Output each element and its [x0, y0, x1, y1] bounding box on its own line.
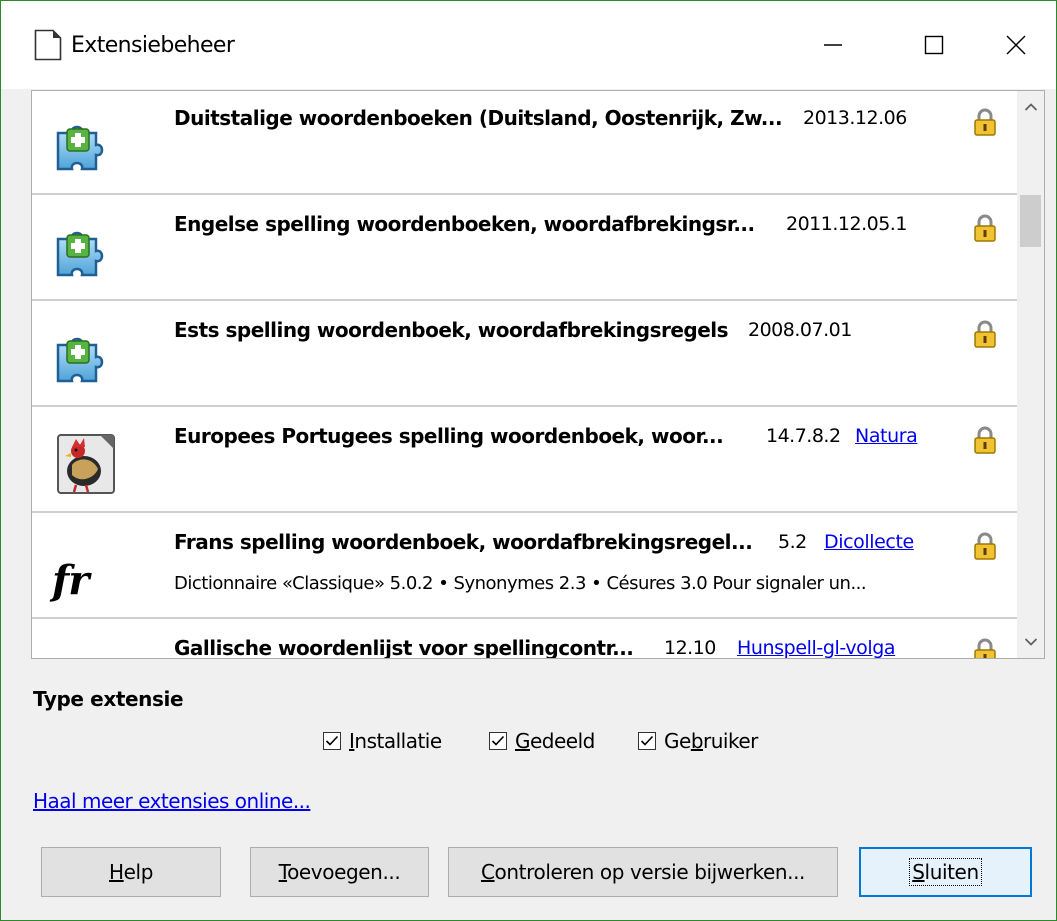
- scroll-down-button[interactable]: [1017, 626, 1044, 658]
- checkbox-box[interactable]: [323, 732, 341, 750]
- user-checkbox[interactable]: Gebruiker: [638, 729, 758, 753]
- padlock-icon: [974, 320, 996, 348]
- chevron-up-icon: [1024, 103, 1037, 111]
- maximize-button[interactable]: [904, 19, 964, 71]
- padlock-icon: [974, 426, 996, 454]
- installation-checkbox[interactable]: Installatie: [323, 729, 442, 753]
- close-icon: [1006, 35, 1026, 55]
- document-icon: [34, 29, 62, 61]
- publisher-link[interactable]: Dicollecte: [824, 531, 914, 553]
- extension-row[interactable]: Duitstalige woordenboeken (Duitsland, Oo…: [32, 91, 1017, 195]
- button-label: Help: [109, 860, 153, 884]
- shared-checkbox[interactable]: Gedeeld: [489, 729, 595, 753]
- checkbox-box[interactable]: [489, 732, 507, 750]
- add-button[interactable]: Toevoegen...: [250, 847, 429, 897]
- rooster-icon: [57, 434, 115, 494]
- puzzle-piece-icon: [56, 337, 104, 383]
- extension-list[interactable]: Duitstalige woordenboeken (Duitsland, Oo…: [31, 90, 1045, 659]
- extension-version: 14.7.8.2: [766, 425, 841, 447]
- minimize-icon: [824, 44, 842, 46]
- scrollbar-thumb[interactable]: [1020, 195, 1041, 247]
- checkmark-icon: [491, 735, 505, 746]
- checkmark-icon: [640, 735, 654, 746]
- extension-description: Dictionnaire «Classique» 5.0.2 • Synonym…: [174, 573, 867, 594]
- publisher-link[interactable]: Hunspell-gl-volga: [737, 637, 896, 658]
- checkbox-label: Gedeeld: [515, 729, 595, 753]
- checkbox-label: Installatie: [349, 729, 442, 753]
- extension-version: 2011.12.05.1: [786, 213, 907, 235]
- checkbox-label: Gebruiker: [664, 729, 758, 753]
- extension-version: 5.2: [778, 531, 807, 553]
- extension-manager-window: Extensiebeheer Duitstalige woordenboeken…: [0, 0, 1057, 921]
- window-title: Extensiebeheer: [71, 33, 235, 58]
- extension-row[interactable]: fr Frans spelling woordenboek, woordafbr…: [32, 515, 1017, 619]
- minimize-button[interactable]: [803, 19, 863, 71]
- fr-text-icon: fr: [52, 557, 89, 604]
- padlock-icon: [974, 214, 996, 242]
- button-label: Toevoegen...: [278, 860, 401, 884]
- scroll-up-button[interactable]: [1017, 91, 1044, 123]
- extension-version: 2008.07.01: [748, 319, 852, 341]
- button-label: Sluiten: [909, 858, 982, 886]
- padlock-icon: [974, 532, 996, 560]
- close-window-button[interactable]: [986, 19, 1046, 71]
- puzzle-piece-icon: [56, 125, 104, 171]
- extension-name: Ests spelling woordenboek, woordafbrekin…: [174, 318, 729, 342]
- extension-name: Duitstalige woordenboeken (Duitsland, Oo…: [174, 106, 783, 130]
- extension-name: Europees Portugees spelling woordenboek,…: [174, 424, 724, 448]
- get-more-extensions-link[interactable]: Haal meer extensies online...: [33, 789, 311, 813]
- close-button[interactable]: Sluiten: [859, 847, 1032, 897]
- checkmark-icon: [325, 735, 339, 746]
- extension-row[interactable]: Europees Portugees spelling woordenboek,…: [32, 409, 1017, 513]
- extension-version: 2013.12.06: [803, 107, 907, 129]
- extension-row[interactable]: Engelse spelling woordenboeken, woordafb…: [32, 197, 1017, 301]
- extension-version: 12.10: [664, 637, 716, 659]
- help-button[interactable]: Help: [41, 847, 221, 897]
- extension-name: Gallische woordenlijst voor spellingcont…: [174, 636, 634, 659]
- extension-name: Engelse spelling woordenboeken, woordafb…: [174, 212, 755, 236]
- extension-name: Frans spelling woordenboek, woordafbreki…: [174, 530, 753, 554]
- extension-row[interactable]: Gallische woordenlijst voor spellingcont…: [32, 621, 1017, 659]
- padlock-icon: [974, 108, 996, 136]
- extension-type-title: Type extensie: [33, 687, 184, 711]
- button-label: Controleren op versie bijwerken...: [480, 860, 806, 884]
- extension-row[interactable]: Ests spelling woordenboek, woordafbrekin…: [32, 303, 1017, 407]
- puzzle-piece-icon: [56, 231, 104, 277]
- maximize-icon: [924, 35, 944, 55]
- check-updates-button[interactable]: Controleren op versie bijwerken...: [448, 847, 838, 897]
- padlock-icon: [974, 638, 996, 658]
- checkbox-box[interactable]: [638, 732, 656, 750]
- title-bar: Extensiebeheer: [1, 1, 1056, 89]
- vertical-scrollbar[interactable]: [1017, 91, 1044, 658]
- chevron-down-icon: [1024, 638, 1037, 646]
- publisher-link[interactable]: Natura: [855, 425, 918, 447]
